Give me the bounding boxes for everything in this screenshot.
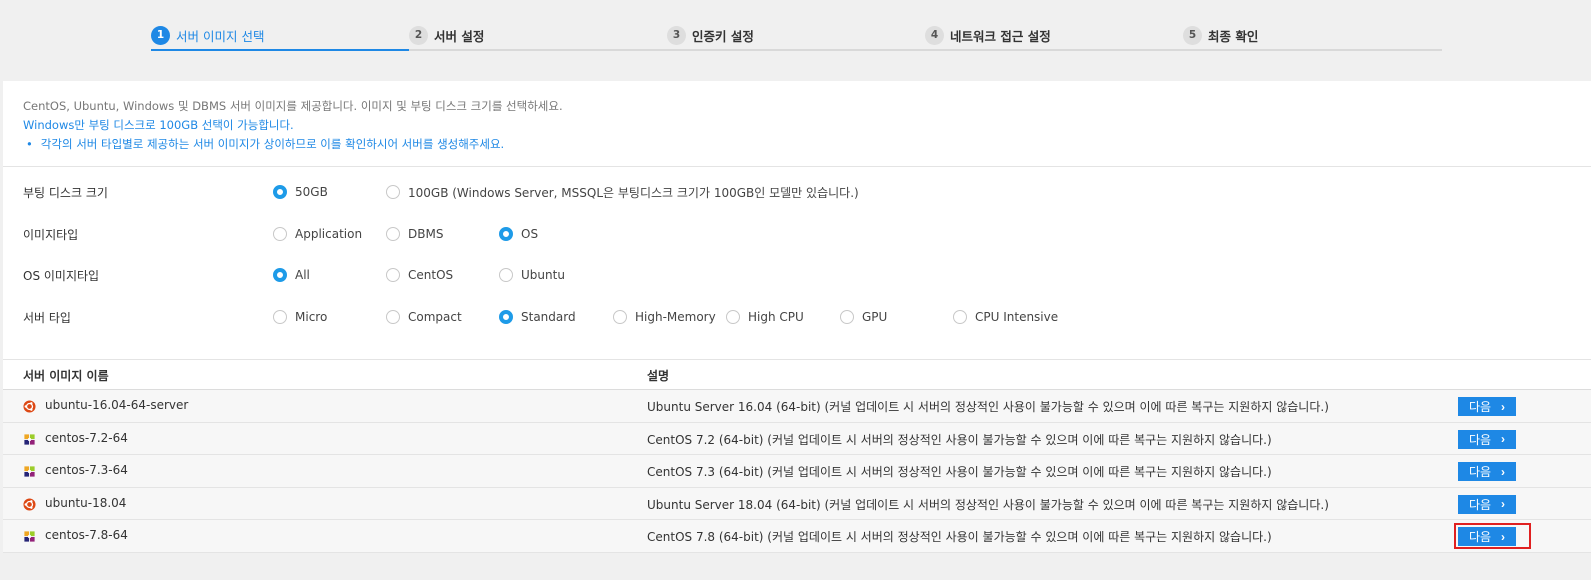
next-button[interactable]: 다음 › (1458, 429, 1516, 449)
os-image-type-row: OS 이미지타입 All CentOS Ubuntu (23, 265, 1583, 285)
filter-options: 부팅 디스크 크기 50GB 100GB (Windows Server, MS… (3, 167, 1591, 360)
ubuntu-icon (23, 498, 36, 511)
next-button-label: 다음 (1468, 400, 1492, 414)
step-final-confirm[interactable]: 5 최종 확인 (1183, 22, 1258, 48)
info-windows-note: Windows만 부팅 디스크로 100GB 선택이 가능합니다. (23, 118, 294, 132)
step-server-image[interactable]: 1 서버 이미지 선택 (151, 22, 264, 48)
step-network-access[interactable]: 4 네트워크 접근 설정 (925, 22, 1051, 48)
image-name: ubuntu-16.04-64-server (45, 398, 189, 412)
image-name: centos-7.2-64 (45, 430, 128, 445)
radio-centos[interactable]: CentOS (386, 265, 453, 285)
radio-application[interactable]: Application (273, 224, 362, 244)
boot-disk-row: 부팅 디스크 크기 50GB 100GB (Windows Server, MS… (23, 182, 1583, 202)
next-button[interactable]: 다음 › (1458, 494, 1516, 514)
chevron-right-icon: › (1501, 432, 1506, 447)
centos-icon (23, 465, 36, 478)
step-server-settings[interactable]: 2 서버 설정 (409, 22, 484, 48)
centos-icon (23, 433, 36, 446)
image-table-body: ubuntu-16.04-64-server Ubuntu Server 16.0… (3, 390, 1591, 553)
step-number: 5 (1183, 25, 1202, 45)
next-button[interactable]: 다음 › (1458, 462, 1516, 482)
server-type-label: 서버 타입 (23, 311, 71, 325)
info-text: CentOS, Ubuntu, Windows 및 DBMS 서버 이미지를 제… (23, 99, 563, 113)
col-header-desc: 설명 (647, 369, 670, 383)
wizard-stepper: 1 서버 이미지 선택 2 서버 설정 3 인증키 설정 4 네트워크 접근 설… (151, 18, 1442, 51)
step-number: 2 (409, 25, 428, 45)
table-header: 서버 이미지 이름 설명 (3, 360, 1591, 390)
chevron-right-icon: › (1501, 529, 1506, 544)
next-button-label: 다음 (1468, 530, 1492, 545)
table-row: centos-7.3-64 CentOS 7.3 (64-bit) (커널 업데이… (3, 455, 1591, 488)
centos-icon (23, 530, 36, 543)
radio-gpu[interactable]: GPU (840, 307, 887, 327)
info-bullet: 각각의 서버 타입별로 제공하는 서버 이미지가 상이하므로 이를 확인하시어 … (23, 135, 1571, 154)
os-image-type-label: OS 이미지타입 (23, 269, 100, 283)
step-number: 1 (151, 25, 170, 45)
radio-high-cpu[interactable]: High CPU (726, 307, 804, 327)
step-label: 최종 확인 (1208, 28, 1259, 44)
radio-dbms[interactable]: DBMS (386, 224, 443, 244)
image-name: centos-7.3-64 (45, 463, 128, 478)
next-button-label: 다음 (1468, 465, 1492, 480)
image-description: CentOS 7.2 (64-bit) (커널 업데이트 시 서버의 정상적인 … (647, 432, 1272, 447)
col-header-name: 서버 이미지 이름 (23, 369, 109, 383)
step-label: 인증키 설정 (692, 28, 754, 44)
radio-100gb[interactable]: 100GB (Windows Server, MSSQL은 부팅디스크 크기가 … (386, 182, 859, 202)
image-description: CentOS 7.3 (64-bit) (커널 업데이트 시 서버의 정상적인 … (647, 465, 1272, 480)
content-panel: CentOS, Ubuntu, Windows 및 DBMS 서버 이미지를 제… (3, 81, 1591, 553)
ubuntu-icon (23, 400, 36, 413)
step-label: 서버 설정 (434, 28, 485, 44)
info-box: CentOS, Ubuntu, Windows 및 DBMS 서버 이미지를 제… (3, 81, 1591, 167)
boot-disk-label: 부팅 디스크 크기 (23, 186, 108, 200)
image-type-label: 이미지타입 (23, 228, 79, 242)
step-label: 네트워크 접근 설정 (950, 28, 1051, 44)
chevron-right-icon: › (1501, 399, 1506, 414)
step-auth-key[interactable]: 3 인증키 설정 (667, 22, 754, 48)
step-number: 3 (667, 25, 686, 45)
active-step-indicator (151, 49, 409, 51)
next-button-label: 다음 (1468, 497, 1492, 512)
image-description: Ubuntu Server 18.04 (64-bit) (커널 업데이트 시 … (647, 497, 1329, 512)
table-row: ubuntu-18.04 Ubuntu Server 18.04 (64-bit)… (3, 487, 1591, 521)
radio-cpu-intensive[interactable]: CPU Intensive (953, 307, 1058, 327)
step-number: 4 (925, 25, 944, 45)
radio-standard[interactable]: Standard (499, 307, 576, 327)
radio-50gb[interactable]: 50GB (273, 182, 328, 202)
step-label: 서버 이미지 선택 (176, 28, 265, 44)
radio-compact[interactable]: Compact (386, 307, 462, 327)
next-button-label: 다음 (1468, 432, 1492, 447)
radio-os[interactable]: OS (499, 224, 538, 244)
image-description: CentOS 7.8 (64-bit) (커널 업데이트 시 서버의 정상적인 … (647, 530, 1272, 545)
radio-micro[interactable]: Micro (273, 307, 327, 327)
radio-ubuntu[interactable]: Ubuntu (499, 265, 565, 285)
table-row: ubuntu-16.04-64-server Ubuntu Server 16.0… (3, 390, 1591, 423)
server-type-row: 서버 타입 Micro Compact Standard High-Memory… (23, 307, 1583, 327)
next-button[interactable]: 다음 › (1458, 527, 1516, 547)
chevron-right-icon: › (1501, 497, 1506, 512)
image-description: Ubuntu Server 16.04 (64-bit) (커널 업데이트 시 … (647, 400, 1329, 414)
radio-high-memory[interactable]: High-Memory (613, 307, 716, 327)
next-button[interactable]: 다음 › (1458, 397, 1516, 416)
table-row: centos-7.8-64 CentOS 7.8 (64-bit) (커널 업데이… (3, 520, 1591, 553)
chevron-right-icon: › (1501, 464, 1506, 479)
image-type-row: 이미지타입 Application DBMS OS (23, 224, 1583, 244)
image-name: ubuntu-18.04 (45, 495, 127, 510)
image-name: centos-7.8-64 (45, 528, 128, 543)
radio-all[interactable]: All (273, 265, 310, 285)
table-row: centos-7.2-64 CentOS 7.2 (64-bit) (커널 업데이… (3, 422, 1591, 456)
